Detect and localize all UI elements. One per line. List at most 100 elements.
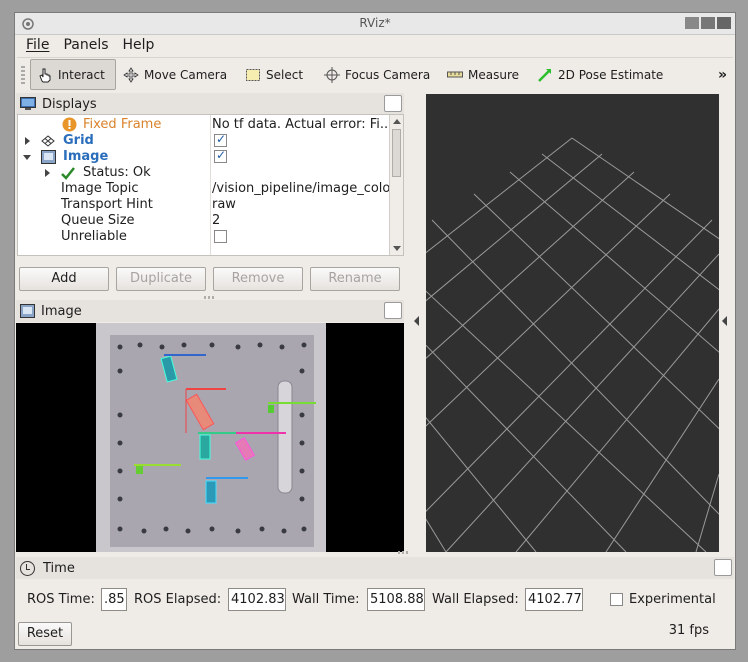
clock-icon: [20, 560, 35, 576]
unreliable-label: Unreliable: [61, 229, 127, 244]
image-topic-label: Image Topic: [61, 181, 139, 196]
reset-button[interactable]: Reset: [18, 622, 72, 646]
row-status[interactable]: Status: Ok: [18, 165, 388, 181]
menu-bar: File Panels Help: [15, 35, 735, 55]
window-controls: [685, 17, 731, 29]
window-title: RViz*: [359, 16, 391, 30]
panel-splitter[interactable]: [204, 296, 216, 299]
row-image-topic[interactable]: Image Topic /vision_pipeline/image_colo: [18, 181, 390, 197]
image-panel-header[interactable]: Image: [16, 300, 404, 322]
rename-button[interactable]: Rename: [310, 267, 400, 291]
minimize-button[interactable]: [685, 17, 699, 29]
wall-time-field[interactable]: 5108.88: [367, 588, 425, 611]
ruler-icon: [447, 71, 463, 77]
ros-time-field[interactable]: .85: [101, 588, 127, 611]
image-panel-title: Image: [41, 303, 82, 319]
row-image[interactable]: Image: [18, 148, 388, 165]
crosshair-icon: [324, 66, 340, 83]
collapse-right-arrow-icon[interactable]: [722, 316, 727, 326]
wall-elapsed-field[interactable]: 4102.77: [525, 588, 583, 611]
displays-tree: Fixed Frame No tf data. Actual error: Fi…: [17, 114, 404, 256]
remove-button[interactable]: Remove: [213, 267, 303, 291]
rviz-window: RViz* File Panels Help Interact Move Cam…: [14, 12, 736, 650]
tool-move-camera-label: Move Camera: [144, 67, 228, 82]
displays-scrollbar[interactable]: [389, 115, 403, 255]
unreliable-checkbox[interactable]: [214, 230, 227, 243]
image-display-icon: [41, 150, 56, 164]
fixed-frame-label: Fixed Frame: [83, 117, 162, 132]
tool-focus-camera[interactable]: Focus Camera: [318, 59, 436, 90]
ros-elapsed-field[interactable]: 4102.83: [228, 588, 286, 611]
tool-interact[interactable]: Interact: [30, 59, 116, 90]
fps-readout: 31 fps: [668, 623, 709, 638]
transport-hint-label: Transport Hint: [61, 197, 153, 212]
green-arrow-icon: [538, 68, 551, 82]
row-transport-hint[interactable]: Transport Hint raw: [18, 197, 388, 213]
time-panel-close-button[interactable]: [714, 559, 732, 576]
displays-title: Displays: [42, 96, 97, 112]
status-label: Status: Ok: [83, 165, 151, 180]
expand-arrow-icon[interactable]: [25, 137, 30, 145]
image-splitter[interactable]: [398, 551, 410, 554]
select-box-icon: [246, 68, 260, 81]
collapse-arrow-icon[interactable]: [23, 155, 31, 160]
title-bar[interactable]: RViz*: [15, 13, 735, 35]
time-panel-title: Time: [43, 560, 75, 576]
queue-size-label: Queue Size: [61, 213, 135, 228]
wall-time-label: Wall Time:: [292, 592, 360, 607]
camera-image-view[interactable]: [16, 323, 404, 552]
maximize-button[interactable]: [701, 17, 715, 29]
add-button[interactable]: Add: [19, 267, 109, 291]
3d-render-view[interactable]: [426, 94, 719, 552]
image-panel-icon: [20, 304, 35, 318]
hand-cursor-icon: [39, 68, 51, 82]
ros-elapsed-label: ROS Elapsed:: [134, 592, 222, 607]
image-panel-close-button[interactable]: [384, 302, 402, 319]
grid-render: [426, 137, 719, 552]
tool-select[interactable]: Select: [239, 59, 309, 90]
expand-arrow-icon[interactable]: [45, 169, 50, 177]
grid-label: Grid: [63, 133, 94, 148]
checkmark-icon: [61, 167, 75, 180]
tool-measure-label: Measure: [468, 67, 519, 82]
queue-size-value[interactable]: 2: [212, 213, 392, 228]
image-label: Image: [63, 149, 109, 164]
experimental-checkbox[interactable]: [610, 593, 623, 606]
menu-file[interactable]: File: [26, 37, 49, 53]
scrollbar-thumb[interactable]: [392, 129, 401, 177]
tool-move-camera[interactable]: Move Camera: [117, 59, 233, 90]
grid-enabled-checkbox[interactable]: [214, 132, 227, 147]
toolbar-grip[interactable]: [21, 66, 25, 86]
menu-help[interactable]: Help: [123, 37, 155, 53]
duplicate-button[interactable]: Duplicate: [116, 267, 206, 291]
close-button[interactable]: [717, 17, 731, 29]
tools-toolbar: Interact Move Camera Select Focus Camera…: [17, 57, 733, 91]
row-queue-size[interactable]: Queue Size 2: [18, 213, 388, 229]
monitor-icon: [20, 97, 36, 110]
collapse-left-arrow-icon[interactable]: [414, 316, 419, 326]
displays-panel-close-button[interactable]: [384, 95, 402, 112]
menu-panels[interactable]: Panels: [63, 37, 108, 53]
tool-measure[interactable]: Measure: [441, 59, 525, 90]
row-unreliable[interactable]: Unreliable: [18, 229, 388, 245]
tool-2d-pose-estimate[interactable]: 2D Pose Estimate: [531, 59, 669, 90]
time-panel-header[interactable]: Time: [16, 557, 734, 579]
displays-panel-header[interactable]: Displays: [16, 93, 404, 115]
tool-interact-label: Interact: [58, 67, 105, 82]
scroll-down-arrow-icon[interactable]: [393, 246, 401, 251]
toolbar-overflow-button[interactable]: »: [718, 67, 727, 83]
camera-image: [96, 323, 326, 552]
tool-select-label: Select: [266, 67, 304, 82]
error-icon: [62, 117, 77, 132]
wall-elapsed-label: Wall Elapsed:: [432, 592, 519, 607]
scroll-up-arrow-icon[interactable]: [393, 119, 401, 124]
transport-hint-value[interactable]: raw: [212, 197, 392, 212]
image-enabled-checkbox[interactable]: [214, 148, 227, 163]
ros-time-label: ROS Time:: [27, 592, 95, 607]
tool-2d-pose-estimate-label: 2D Pose Estimate: [558, 67, 664, 82]
row-grid[interactable]: Grid: [18, 132, 388, 149]
row-fixed-frame[interactable]: Fixed Frame No tf data. Actual error: Fi…: [18, 117, 392, 133]
experimental-label: Experimental: [629, 592, 716, 607]
image-topic-value[interactable]: /vision_pipeline/image_colo: [212, 181, 392, 196]
fixed-frame-value: No tf data. Actual error: Fi...: [212, 117, 392, 132]
